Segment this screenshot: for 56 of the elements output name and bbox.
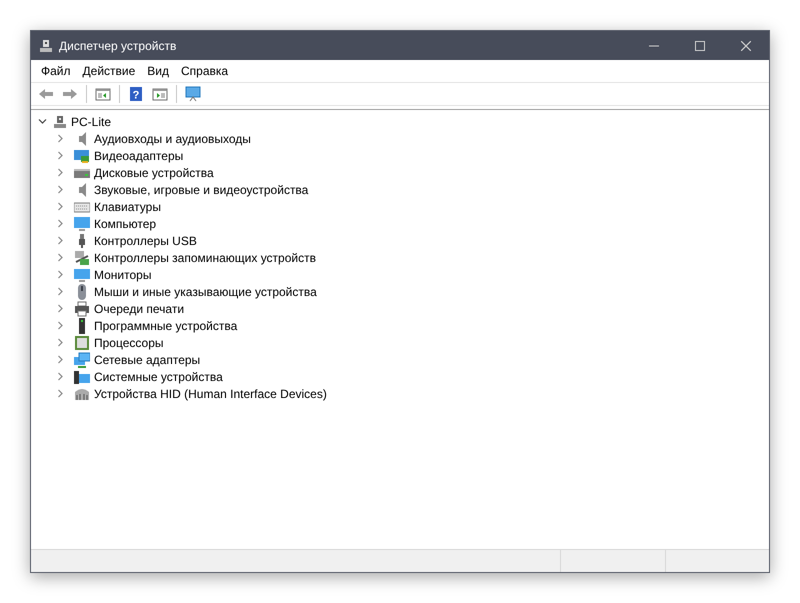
tree-item[interactable]: Контроллеры запоминающих устройств — [94, 248, 316, 266]
tree-item[interactable]: Аудиовходы и аудиовыходы — [94, 130, 251, 148]
network-icon — [74, 352, 90, 368]
back-arrow-icon — [38, 86, 54, 102]
expand-chevron-icon[interactable] — [56, 168, 65, 177]
tree-item[interactable]: Сетевые адаптеры — [94, 350, 200, 368]
panel-icon — [152, 86, 168, 102]
expand-chevron-icon[interactable] — [56, 338, 65, 347]
expand-chevron-icon[interactable] — [56, 355, 65, 364]
expand-chevron-icon[interactable] — [56, 185, 65, 194]
tree-item[interactable]: Устройства HID (Human Interface Devices) — [94, 384, 327, 402]
panel-icon — [95, 86, 111, 102]
expand-chevron-icon[interactable] — [56, 321, 65, 330]
expand-chevron-icon[interactable] — [56, 202, 65, 211]
tree-item[interactable]: Звуковые, игровые и видеоустройства — [94, 180, 308, 198]
tree-item[interactable]: Клавиатуры — [94, 198, 161, 216]
tree-item[interactable]: Процессоры — [94, 334, 164, 352]
tree-item[interactable]: Очереди печати — [94, 300, 184, 318]
tree-item[interactable]: Компьютер — [94, 214, 156, 232]
tree-item[interactable]: Мониторы — [94, 266, 152, 284]
tree-item[interactable]: PC-Lite — [71, 112, 112, 130]
expand-chevron-icon[interactable] — [56, 372, 65, 381]
tree-item[interactable]: Дисковые устройства — [94, 164, 214, 182]
expand-chevron-icon[interactable] — [56, 134, 65, 143]
monitor-icon — [74, 266, 90, 282]
expand-chevron-icon[interactable] — [56, 287, 65, 296]
printer-icon — [74, 300, 90, 316]
system-icon — [74, 368, 90, 384]
expand-chevron-icon[interactable] — [56, 270, 65, 279]
expand-chevron-icon[interactable] — [56, 304, 65, 313]
expand-chevron-icon[interactable] — [56, 236, 65, 245]
window-title: Диспетчер устройств — [59, 38, 176, 54]
tree-item[interactable]: Мыши и иные указывающие устройства — [94, 282, 317, 300]
expand-chevron-icon[interactable] — [56, 389, 65, 398]
maximize-icon — [695, 40, 705, 50]
close-icon — [741, 40, 751, 50]
monitor-icon — [74, 216, 90, 232]
expand-chevron-icon[interactable] — [56, 253, 65, 262]
collapse-chevron-icon[interactable] — [38, 117, 47, 126]
monitor-icon — [185, 86, 201, 102]
display-card-icon — [74, 148, 90, 164]
tree-item[interactable]: Контроллеры USB — [94, 232, 197, 250]
tree-item[interactable]: Программные устройства — [94, 316, 238, 334]
expand-chevron-icon[interactable] — [56, 151, 65, 160]
menu-item[interactable]: Вид — [141, 61, 175, 81]
menu-item[interactable]: Справка — [175, 61, 234, 81]
tree-item[interactable]: Системные устройства — [94, 368, 223, 386]
expand-chevron-icon[interactable] — [56, 219, 65, 228]
storage-controller-icon — [74, 250, 90, 266]
tree-item[interactable]: Видеоадаптеры — [94, 146, 184, 164]
chip-icon — [74, 334, 90, 350]
computer-icon — [53, 114, 67, 128]
computer-icon — [39, 38, 53, 52]
menu-item[interactable]: Действие — [76, 61, 142, 81]
menu-item[interactable]: Файл — [35, 61, 77, 81]
forward-arrow-icon — [62, 86, 78, 102]
